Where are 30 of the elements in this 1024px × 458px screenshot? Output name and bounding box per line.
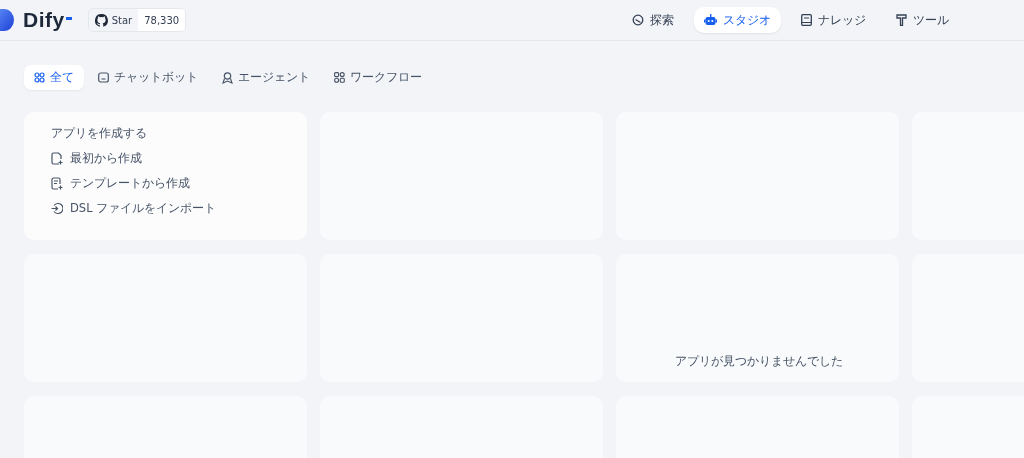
compass-icon	[632, 14, 644, 26]
create-option[interactable]: テンプレートから作成	[51, 171, 190, 196]
hammer-icon	[896, 14, 907, 26]
logo-text: Dify	[23, 8, 65, 32]
create-option[interactable]: DSL ファイルをインポート	[51, 196, 217, 221]
document-plus-icon	[51, 177, 63, 190]
workflow-icon	[334, 72, 345, 83]
github-star-button[interactable]: Star 78,330	[87, 8, 187, 32]
filter-tab[interactable]: エージェント	[212, 65, 320, 90]
logo-icon	[0, 9, 14, 31]
filter-tab[interactable]: 全て	[24, 65, 84, 90]
star-count: 78,330	[138, 9, 186, 31]
chat-icon	[98, 72, 109, 83]
nav-tab[interactable]: ナレッジ	[791, 7, 876, 33]
create-option[interactable]: 最初から作成	[51, 146, 142, 171]
create-app-title: アプリを作成する	[51, 126, 147, 141]
logo-cursor	[65, 17, 72, 20]
import-icon	[51, 202, 63, 215]
filter-tab[interactable]: チャットボット	[88, 65, 208, 90]
github-icon	[94, 13, 108, 27]
empty-message: アプリが見つかりませんでした	[673, 354, 844, 369]
grid-icon	[34, 72, 45, 83]
nav-tab[interactable]: スタジオ	[694, 7, 781, 33]
filter-tab[interactable]: ワークフロー	[324, 65, 432, 90]
file-plus-icon	[51, 152, 63, 165]
robot-icon	[704, 14, 717, 26]
agent-icon	[222, 71, 233, 84]
nav-tab[interactable]: ツール	[886, 7, 959, 33]
book-icon	[801, 14, 812, 26]
nav-tab[interactable]: 探索	[622, 7, 684, 33]
